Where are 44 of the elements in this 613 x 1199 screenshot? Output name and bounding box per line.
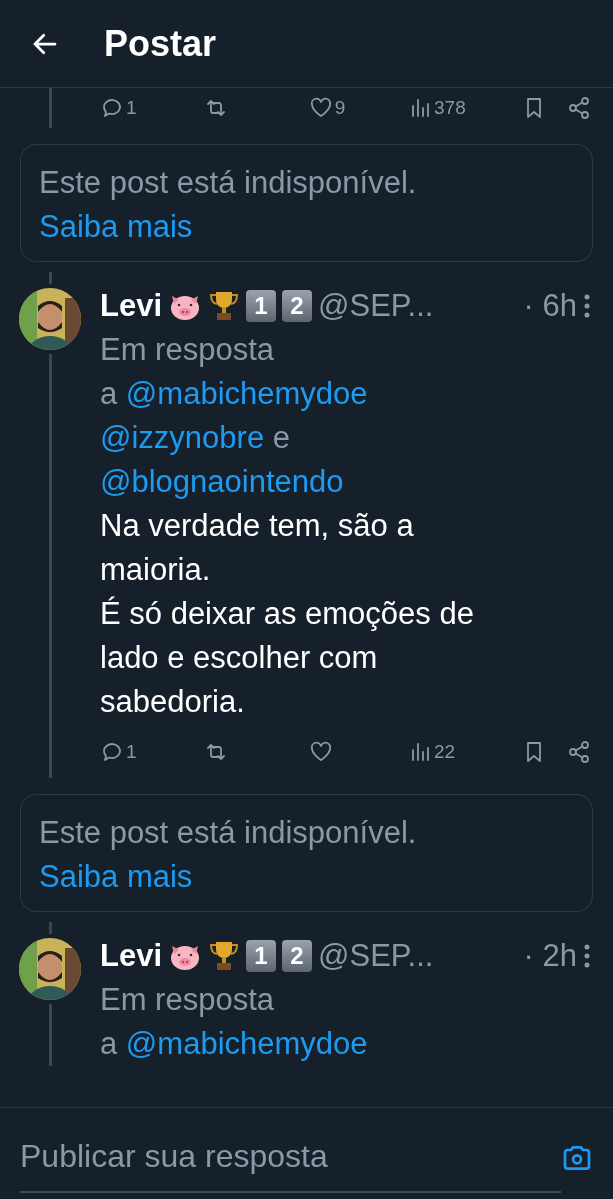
learn-more-link[interactable]: Saiba mais: [39, 859, 193, 894]
mention-link[interactable]: @mabichemydoe: [125, 1026, 368, 1061]
post-text: É só deixar as emoções de lado e escolher com sabedoria.: [100, 595, 475, 721]
view-count: 22: [434, 739, 456, 764]
views-button[interactable]: 22: [408, 737, 523, 767]
more-icon[interactable]: [583, 943, 591, 969]
heart-icon[interactable]: [308, 740, 333, 764]
more-icon[interactable]: [583, 293, 591, 319]
share-icon[interactable]: [567, 740, 591, 764]
reply-icon[interactable]: [100, 740, 124, 764]
trophy-icon: [208, 939, 241, 973]
reply-icon[interactable]: [100, 96, 124, 120]
notice-text: Este post está indisponível.: [39, 814, 418, 852]
notice-text: Este post está indisponível.: [39, 164, 418, 202]
keycap-badge: 1: [246, 290, 277, 322]
post-time: · 2h: [523, 936, 577, 975]
view-count: 378: [434, 95, 466, 120]
views-button[interactable]: 378: [408, 93, 523, 123]
heart-icon[interactable]: [308, 96, 333, 120]
author-name: Levi: [100, 286, 163, 325]
trophy-icon: [208, 289, 241, 323]
author-handle: @SEP...: [318, 936, 434, 975]
reply-button[interactable]: 1: [100, 93, 205, 123]
keycap-badge: 2: [282, 290, 313, 322]
like-button[interactable]: 9: [308, 93, 408, 123]
keycap-badge: 1: [246, 940, 277, 972]
reply-context: Em resposta a @mabichemydoe @izzynobre e @blognaointendo: [100, 331, 369, 501]
reply-context: Em resposta a @mabichemydoe: [100, 981, 369, 1063]
mention-link[interactable]: @mabichemydoe: [125, 376, 368, 411]
reply-button[interactable]: 1: [100, 737, 205, 767]
mention-link[interactable]: @blognaointendo: [100, 464, 344, 499]
share-icon[interactable]: [567, 96, 591, 120]
reply-count: 1: [126, 739, 137, 764]
learn-more-link[interactable]: Saiba mais: [39, 209, 193, 244]
reply-count: 1: [126, 95, 137, 120]
author-name: Levi: [100, 936, 163, 975]
page-title: Postar: [104, 21, 217, 66]
keycap-badge: 2: [282, 940, 313, 972]
like-count: 9: [334, 95, 346, 120]
author-handle: @SEP...: [318, 286, 434, 325]
mention-link[interactable]: @izzynobre: [100, 420, 265, 455]
reply-field[interactable]: Publicar sua resposta: [20, 1122, 561, 1193]
post-text: Na verdade tem, são a maioria.: [100, 507, 415, 589]
post-time: · 6h: [523, 286, 577, 325]
